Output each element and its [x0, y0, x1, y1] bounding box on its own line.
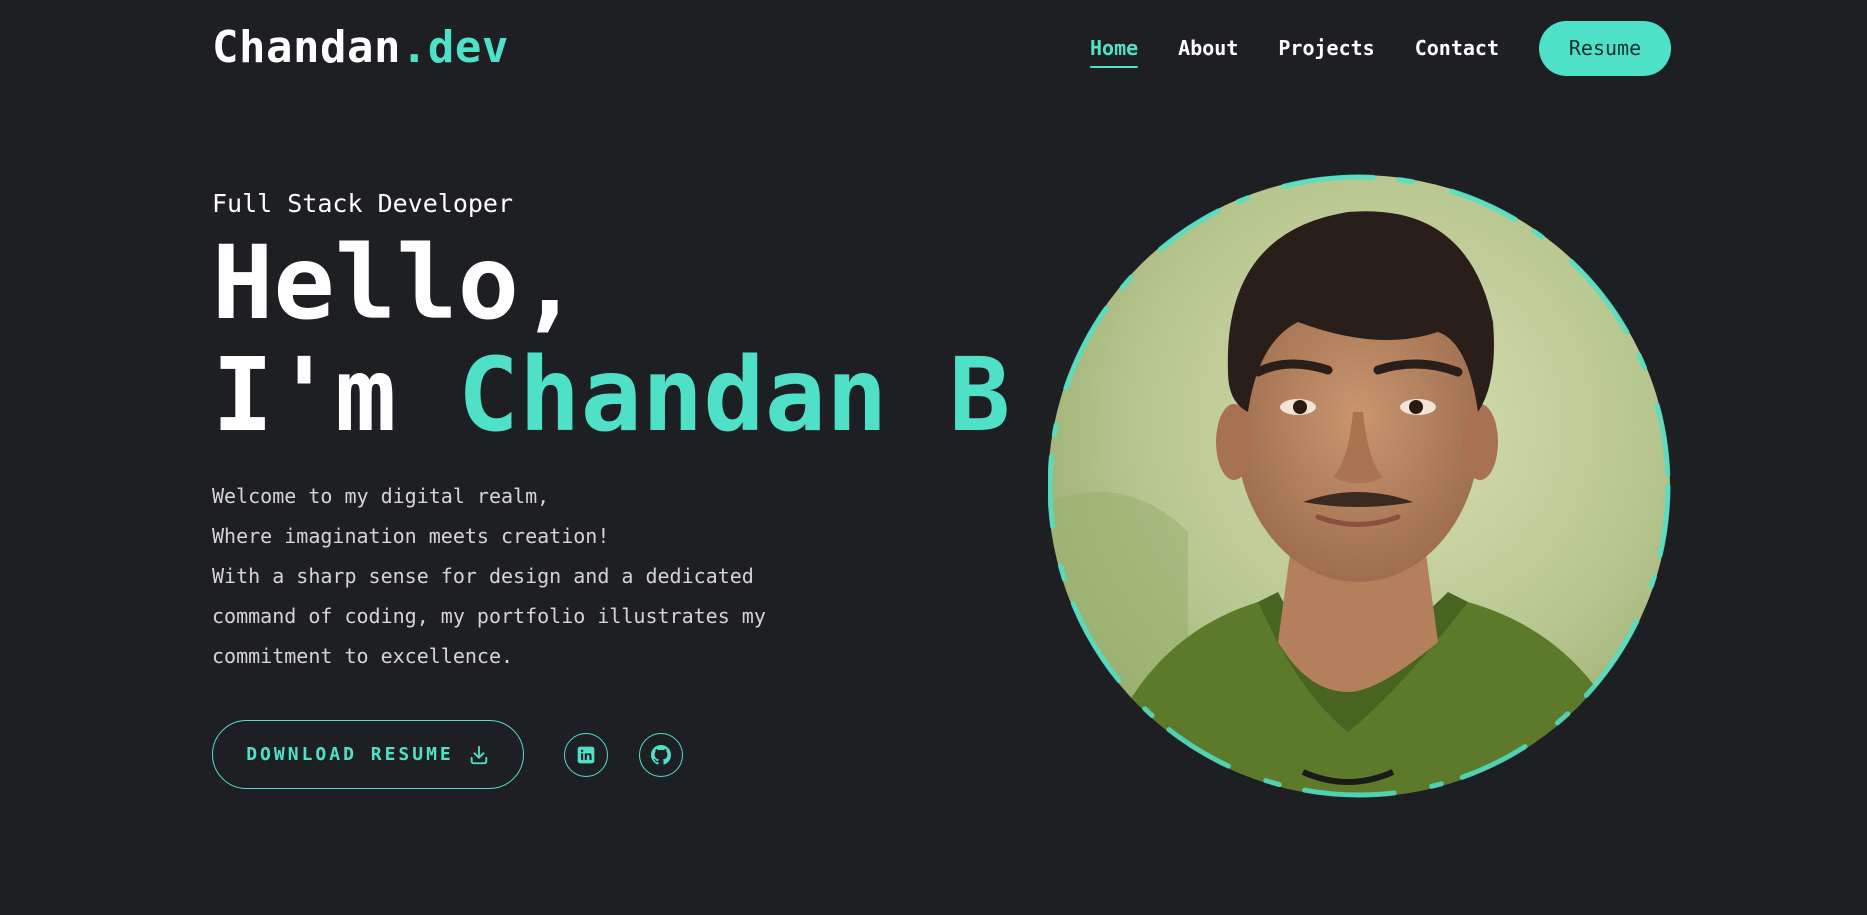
intro-line: commitment to excellence.	[212, 644, 514, 668]
nav-home[interactable]: Home	[1089, 20, 1139, 76]
portfolio-page: Chandan.dev Home About Projects Contact …	[0, 0, 1867, 915]
download-icon	[470, 745, 488, 764]
logo-name: Chandan	[212, 22, 401, 73]
download-resume-button[interactable]: DOWNLOAD RESUME	[212, 720, 524, 789]
download-resume-label: DOWNLOAD RESUME	[246, 744, 454, 765]
intro-line: With a sharp sense for design and a dedi…	[212, 564, 754, 588]
nav-about[interactable]: About	[1178, 20, 1238, 76]
profile-photo-illustration	[1048, 174, 1671, 798]
resume-button[interactable]: Resume	[1539, 20, 1671, 76]
nav-contact[interactable]: Contact	[1415, 20, 1499, 76]
linkedin-icon	[577, 746, 595, 764]
intro-line: Welcome to my digital realm,	[212, 484, 550, 508]
greeting-text: Hello,	[212, 224, 581, 343]
hero-name: Chandan B	[457, 336, 1011, 455]
intro-paragraph: Welcome to my digital realm, Where imagi…	[212, 476, 766, 676]
role-subtitle: Full Stack Developer	[212, 189, 514, 218]
profile-photo	[1048, 172, 1678, 802]
site-logo[interactable]: Chandan.dev	[212, 20, 509, 76]
github-icon	[651, 745, 671, 765]
nav-projects[interactable]: Projects	[1278, 20, 1374, 76]
logo-suffix: .dev	[400, 22, 509, 73]
intro-prefix: I'm	[212, 336, 458, 455]
linkedin-link[interactable]	[564, 733, 608, 777]
github-link[interactable]	[639, 733, 683, 777]
hero-headline: Hello, I'm Chandan B	[212, 228, 1010, 452]
intro-line: Where imagination meets creation!	[212, 524, 610, 548]
main-nav: Home About Projects Contact Resume	[1089, 20, 1671, 76]
intro-line: command of coding, my portfolio illustra…	[212, 604, 766, 628]
